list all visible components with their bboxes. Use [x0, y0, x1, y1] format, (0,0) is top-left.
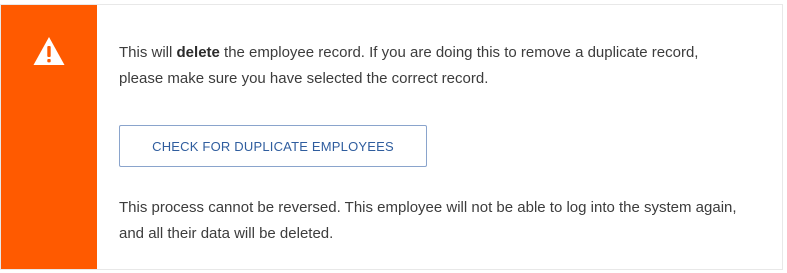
warning-triangle-icon — [33, 37, 65, 65]
alert-body: This will delete the employee record. If… — [119, 5, 766, 269]
message-emphasis: delete — [176, 44, 220, 61]
message-prefix: This will — [119, 44, 177, 61]
alert-accent-stripe — [1, 5, 97, 269]
irreversible-warning-text: This process cannot be reversed. This em… — [119, 199, 737, 242]
check-duplicate-employees-button[interactable]: CHECK FOR DUPLICATE EMPLOYEES — [119, 125, 427, 167]
delete-warning-alert: This will delete the employee record. If… — [0, 4, 783, 270]
delete-warning-text: This will delete the employee record. If… — [119, 40, 739, 92]
